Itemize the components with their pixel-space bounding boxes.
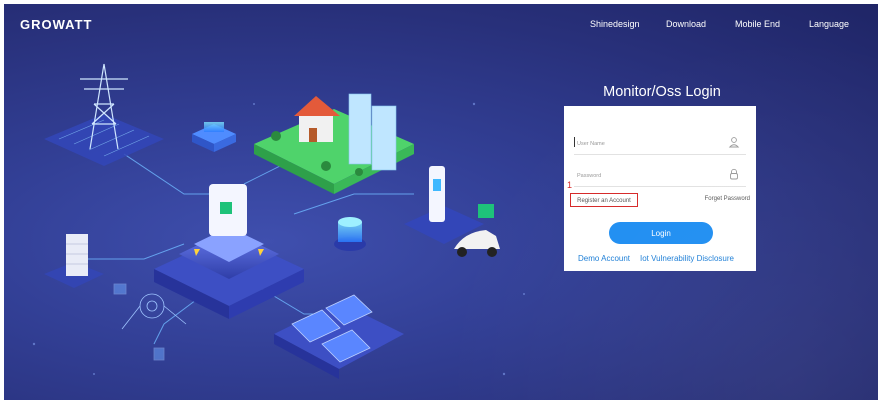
login-title: Monitor/Oss Login bbox=[603, 84, 721, 100]
username-input[interactable] bbox=[574, 134, 717, 154]
login-button[interactable]: Login bbox=[609, 222, 713, 244]
register-account-link[interactable]: Register an Account bbox=[570, 193, 638, 207]
password-field bbox=[574, 164, 746, 187]
annotation-marker: 1 bbox=[567, 180, 573, 190]
text-caret bbox=[574, 137, 575, 147]
energy-cylinder bbox=[334, 217, 366, 251]
user-icon bbox=[728, 137, 740, 148]
transmission-tower bbox=[44, 63, 164, 166]
inverter-platform bbox=[154, 184, 304, 319]
nav-mobile-end[interactable]: Mobile End bbox=[735, 19, 780, 29]
username-field bbox=[574, 132, 746, 155]
forget-password-link[interactable]: Forget Password bbox=[705, 196, 750, 202]
chip-module bbox=[192, 122, 236, 152]
login-card: 1 Register an Account Forget Password Lo… bbox=[564, 106, 756, 271]
password-input[interactable] bbox=[574, 166, 717, 186]
nav-download[interactable]: Download bbox=[666, 19, 706, 29]
page-background: GROWATT Shinedesign Download Mobile End … bbox=[4, 4, 878, 400]
top-bar: GROWATT Shinedesign Download Mobile End … bbox=[4, 4, 878, 44]
ev-charger bbox=[404, 166, 500, 257]
house-platform bbox=[254, 93, 414, 194]
nav-language[interactable]: Language bbox=[809, 19, 849, 29]
monitoring-icons bbox=[113, 283, 187, 361]
energy-illustration bbox=[32, 63, 525, 379]
battery-module bbox=[44, 234, 104, 288]
iot-vulnerability-link[interactable]: Iot Vulnerability Disclosure bbox=[640, 254, 734, 263]
nav-shinedesign[interactable]: Shinedesign bbox=[590, 19, 640, 29]
demo-account-link[interactable]: Demo Account bbox=[578, 254, 630, 263]
lock-icon bbox=[730, 168, 738, 180]
growatt-logo[interactable]: GROWATT bbox=[20, 17, 92, 32]
